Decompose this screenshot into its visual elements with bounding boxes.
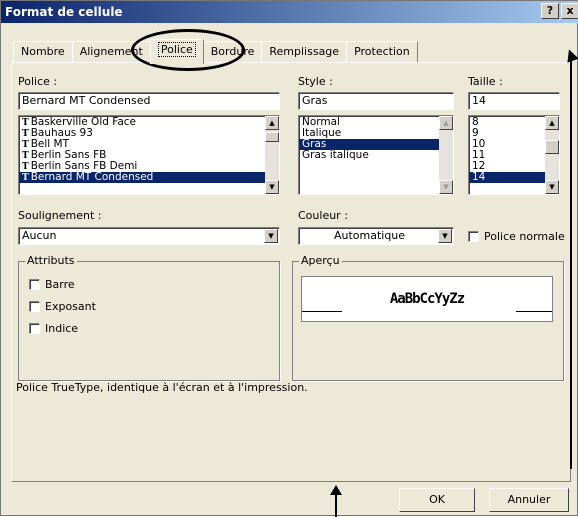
ok-button[interactable]: OK (399, 488, 475, 512)
arrow-down-annotation (567, 49, 578, 469)
size-list[interactable]: 8 9 10 11 12 14 ▲ ▼ (468, 115, 560, 195)
strike-checkbox[interactable] (29, 279, 40, 290)
style-list[interactable]: Normal Italique Gras Gras italique ▲ ▼ (298, 115, 454, 195)
superscript-checkbox-row[interactable]: Exposant (29, 300, 96, 313)
font-list[interactable]: T Baskerville Old Face T Bauhaus 93 T Bell … (18, 115, 280, 195)
subscript-checkbox[interactable] (29, 323, 40, 334)
color-value: Automatique (333, 229, 406, 242)
scroll-thumb[interactable] (265, 132, 279, 142)
tab-label: Bordure (210, 45, 255, 58)
scroll-up-arrow-icon[interactable]: ▲ (545, 116, 559, 130)
size-list-scrollbar[interactable]: ▲ ▼ (545, 116, 559, 194)
size-label: Taille : (468, 75, 503, 88)
tab-strip: Nombre Alignement Police Bordure Remplis… (13, 39, 418, 64)
tab-alignement[interactable]: Alignement (71, 41, 151, 63)
superscript-label: Exposant (45, 300, 96, 313)
chevron-down-icon[interactable]: ▼ (264, 229, 278, 243)
subscript-checkbox-row[interactable]: Indice (29, 322, 78, 335)
scroll-down-arrow-icon[interactable]: ▼ (439, 180, 453, 194)
tab-label: Remplissage (269, 45, 340, 58)
window-title: Format de cellule (5, 5, 123, 19)
list-item-selected[interactable]: T Bernard MT Condensed (19, 172, 279, 183)
scroll-down-arrow-icon[interactable]: ▼ (545, 180, 559, 194)
subscript-label: Indice (45, 322, 79, 335)
cancel-button[interactable]: Annuler (489, 488, 569, 512)
underline-dropdown[interactable]: Aucun ▼ (18, 227, 280, 245)
truetype-icon: T (22, 151, 29, 161)
strike-label: Barre (45, 278, 75, 291)
preview-box: AaBbCcYyZz (301, 276, 553, 322)
attributes-group: Attributs Barre Exposant Indice (18, 254, 280, 381)
tab-label: Police (157, 42, 196, 57)
help-button[interactable]: ? (541, 3, 559, 19)
underline-label: Soulignement : (18, 209, 102, 222)
underline-value: Aucun (22, 229, 57, 242)
superscript-checkbox[interactable] (29, 301, 40, 312)
tab-label: Protection (354, 45, 410, 58)
truetype-icon: T (22, 118, 29, 128)
scroll-up-arrow-icon[interactable]: ▲ (265, 116, 279, 130)
tab-police[interactable]: Police (149, 39, 204, 64)
tab-bordure[interactable]: Bordure (202, 41, 263, 63)
tab-label: Nombre (21, 45, 65, 58)
close-button[interactable]: x (561, 3, 578, 19)
list-item[interactable]: Gras italique (299, 150, 453, 161)
scroll-up-arrow-icon[interactable]: ▲ (439, 116, 453, 130)
style-label: Style : (298, 75, 333, 88)
color-label: Couleur : (298, 209, 348, 222)
truetype-icon: T (22, 173, 29, 183)
font-info-text: Police TrueType, identique à l'écran et … (16, 381, 308, 394)
style-list-scrollbar[interactable]: ▲ ▼ (439, 116, 453, 194)
tab-label: Alignement (79, 45, 143, 58)
tab-protection[interactable]: Protection (346, 41, 418, 63)
preview-baseline-left (302, 311, 342, 312)
normal-font-checkbox[interactable] (468, 231, 479, 242)
scroll-thumb[interactable] (545, 140, 559, 154)
tab-nombre[interactable]: Nombre (13, 41, 73, 63)
truetype-icon: T (22, 140, 29, 150)
police-tab-panel: Police : Bernard MT Condensed T Baskervil… (11, 62, 571, 482)
tab-remplissage[interactable]: Remplissage (261, 41, 348, 63)
scroll-down-arrow-icon[interactable]: ▼ (265, 180, 279, 194)
font-input[interactable]: Bernard MT Condensed (18, 92, 280, 110)
font-label: Police : (18, 75, 58, 88)
format-cells-dialog: Format de cellule ? x Nombre Alignement … (0, 0, 578, 517)
arrow-up-annotation (330, 485, 342, 517)
color-dropdown[interactable]: Automatique ▼ (298, 227, 454, 245)
preview-sample-text: AaBbCcYyZz (389, 291, 465, 307)
chevron-down-icon[interactable]: ▼ (438, 229, 452, 243)
strike-checkbox-row[interactable]: Barre (29, 278, 75, 291)
attributes-title: Attributs (25, 254, 77, 267)
size-input[interactable]: 14 (468, 92, 560, 110)
truetype-icon: T (22, 162, 29, 172)
list-item-label: Bernard MT Condensed (30, 171, 154, 183)
preview-group: Aperçu AaBbCcYyZz (292, 254, 564, 381)
preview-baseline-right (516, 311, 552, 312)
style-input[interactable]: Gras (298, 92, 454, 110)
title-bar[interactable]: Format de cellule ? x (1, 1, 578, 23)
preview-title: Aperçu (299, 254, 342, 267)
truetype-icon: T (22, 129, 29, 139)
normal-font-label: Police normale (484, 230, 565, 243)
font-list-scrollbar[interactable]: ▲ ▼ (265, 116, 279, 194)
normal-font-checkbox-row[interactable]: Police normale (468, 230, 565, 243)
